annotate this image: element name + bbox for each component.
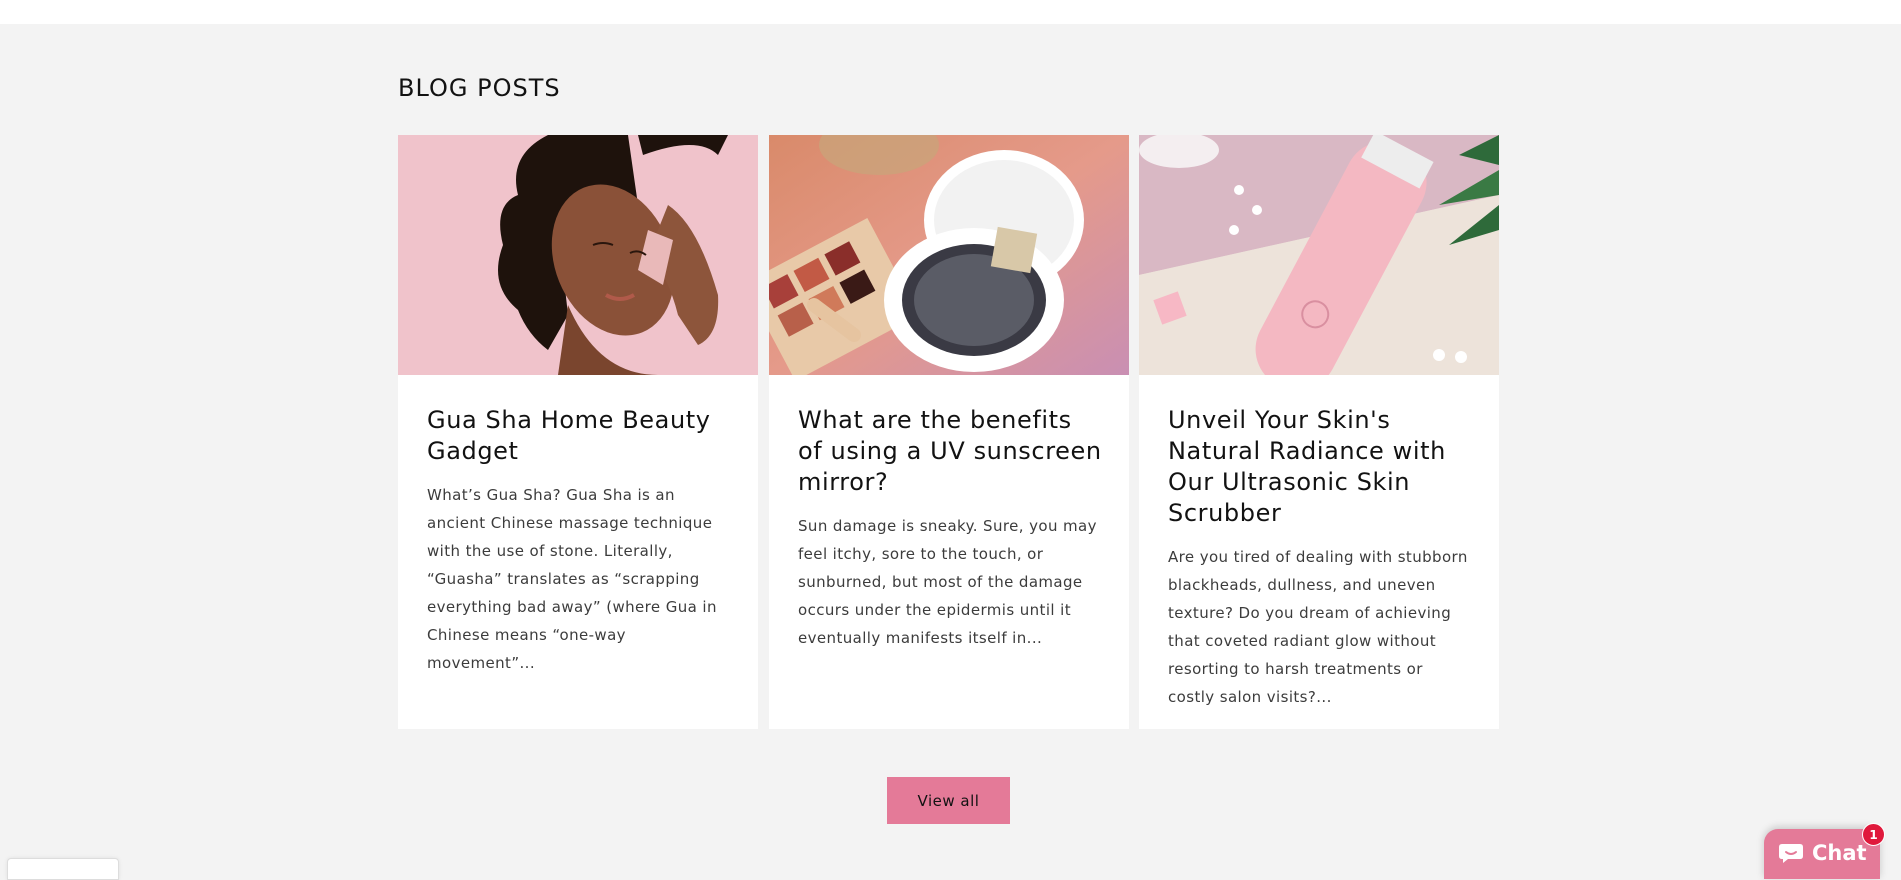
blog-card-body: Unveil Your Skin's Natural Radiance with… (1168, 405, 1473, 711)
pink-ultrasonic-scrubber-image (1139, 135, 1499, 375)
chat-label: Chat (1812, 841, 1867, 865)
woman-with-gua-sha-stone-image (398, 135, 758, 375)
blog-card-body: What are the benefits of using a UV suns… (798, 405, 1103, 652)
blog-card-title[interactable]: What are the benefits of using a UV suns… (798, 405, 1103, 498)
blog-card-excerpt: Are you tired of dealing with stubborn b… (1168, 548, 1468, 706)
blog-card-image[interactable] (769, 135, 1129, 375)
blog-card-excerpt: What’s Gua Sha? Gua Sha is an ancient Ch… (427, 486, 717, 672)
blog-card-gua-sha[interactable]: Gua Sha Home Beauty Gadget What’s Gua Sh… (398, 135, 758, 729)
view-all-button[interactable]: View all (887, 777, 1010, 824)
cookie-preferences-tab[interactable] (7, 858, 119, 880)
blog-card-image[interactable] (1139, 135, 1499, 375)
chat-bubble-icon (1779, 844, 1803, 863)
header-bar (0, 0, 1901, 24)
blog-card-body: Gua Sha Home Beauty Gadget What’s Gua Sh… (427, 405, 732, 677)
blog-card-title[interactable]: Gua Sha Home Beauty Gadget (427, 405, 732, 467)
blog-post-grid: Gua Sha Home Beauty Gadget What’s Gua Sh… (398, 135, 1500, 729)
chat-notification-badge: 1 (1862, 823, 1885, 846)
section-title: BLOG POSTS (398, 74, 561, 102)
blog-card-skin-scrubber[interactable]: Unveil Your Skin's Natural Radiance with… (1139, 135, 1499, 729)
blog-card-image[interactable] (398, 135, 758, 375)
blog-card-uv-mirror[interactable]: What are the benefits of using a UV suns… (769, 135, 1129, 729)
blog-card-title[interactable]: Unveil Your Skin's Natural Radiance with… (1168, 405, 1473, 529)
blog-card-excerpt: Sun damage is sneaky. Sure, you may feel… (798, 517, 1097, 647)
compact-mirror-and-eyeshadow-image (769, 135, 1129, 375)
